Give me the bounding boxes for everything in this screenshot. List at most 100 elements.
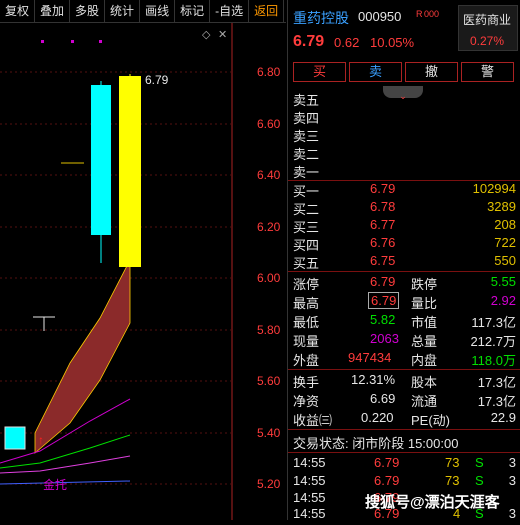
trading-status: 交易状态: 闭市阶段 15:00:00 [293,436,459,451]
toolbar-draw-line-button[interactable]: 画线 [140,0,176,22]
buy-level-price: 6.79 [370,181,396,196]
tick-volume: 73 [445,455,460,470]
tick-side: S [475,473,484,488]
divider [288,452,520,453]
stat-value: 2.92 [490,293,516,308]
buy-level-price: 6.78 [370,199,396,214]
grid-lines [0,71,232,485]
price-tick: 5.20 [257,477,281,491]
stat-label: 换手 [293,375,320,390]
candle-limit-up[interactable] [119,76,141,267]
quote-panel: 重药控股 000950 R 000 医药商业 0.27% 6.79 0.62 1… [287,0,520,521]
stat-label: 最低 [293,315,320,330]
toolbar-fuquan-button[interactable]: 复权 [0,0,36,22]
tick-volume: 73 [445,473,460,488]
buy-level-volume: 208 [494,217,516,232]
buy-button[interactable]: 买 [293,62,346,82]
stat-label: 收益㈢ [293,413,333,428]
buy-level-volume: 550 [494,253,516,268]
stat-label: 股本 [411,375,438,390]
buy-level-label: 买四 [293,238,320,253]
stat-label: 跌停 [411,277,438,292]
alert-button[interactable]: 警 [461,62,514,82]
stat-label: 总量 [411,334,438,349]
indicator-band [34,259,131,454]
buy-level-label: 买一 [293,184,320,199]
candlestick-chart[interactable]: ◇ ✕ ↑ 6.79 金托 6.80 6.60 6.40 6.20 6.00 5… [0,23,286,520]
sell-button[interactable]: 卖 [349,62,402,82]
tick-side: S [475,455,484,470]
ma-line-pink [0,455,131,474]
small-candle[interactable] [4,426,26,450]
tick-time: 14:55 [293,490,326,505]
buy-level-label: 买二 [293,202,320,217]
stat-label: 内盘 [411,353,438,368]
tick-count: 3 [508,506,516,521]
stat-label: 量比 [411,296,438,311]
candle-cyan[interactable] [91,85,111,235]
stat-label: 市值 [411,315,438,330]
toolbar-overlay-button[interactable]: 叠加 [35,0,71,22]
stat-value: 6.79 [370,274,396,289]
toolbar-back-button[interactable]: 返回 [249,0,285,22]
stat-value: 6.69 [370,391,396,406]
sell-level-label: 卖五 [293,93,320,108]
toolbar-mark-button[interactable]: 标记 [175,0,211,22]
stat-value: 947434 [348,350,392,365]
stock-tag: R [416,9,423,19]
up-arrow-icon: ↑ [38,433,44,447]
tick-count: 3 [508,455,516,470]
stock-name[interactable]: 重药控股 [293,8,349,28]
price-change-pct: 10.05% [370,35,415,50]
price-tick: 5.40 [257,426,281,440]
stat-value: 117.3亿 [471,315,516,330]
tick-price: 6.79 [374,473,400,488]
indicator-label: 金托 [43,478,68,492]
stat-value: 17.3亿 [477,394,516,409]
close-icon[interactable]: ✕ [218,29,227,41]
sector-change: 0.27% [470,34,505,48]
tick-count: 3 [508,473,516,488]
stock-code: 000950 [358,9,402,24]
diamond-icon[interactable]: ◇ [202,29,211,41]
buy-level-volume: 3289 [487,199,516,214]
price-tick: 6.80 [257,65,281,79]
stat-label: PE(动) [411,413,451,428]
marker-dot [71,40,74,43]
collapse-handle[interactable]: ⌄ [383,86,423,101]
buy-level-price: 6.75 [370,253,396,268]
stat-value: 17.3亿 [477,375,516,390]
price-tick: 5.80 [257,323,281,337]
toolbar-remove-watchlist-button[interactable]: -自选 [210,0,250,22]
stat-value: 5.55 [490,274,516,289]
price-change: 0.62 [334,35,360,50]
marker-dot [41,40,44,43]
price-tick: 6.00 [257,271,281,285]
divider [288,429,520,430]
stat-label: 最高 [293,296,320,311]
last-price-label: 6.79 [145,73,169,87]
stat-value: 118.0万 [471,353,516,368]
toolbar-stats-button[interactable]: 统计 [105,0,141,22]
buy-level-price: 6.77 [370,217,396,232]
sell-level-label: 卖一 [293,165,320,180]
price-tick: 5.60 [257,374,281,388]
sector-name: 医药商业 [463,13,512,27]
buy-level-price: 6.76 [370,235,396,250]
chart-svg: ◇ ✕ ↑ [0,23,233,520]
stat-value: 5.82 [370,312,396,327]
tick-time: 14:55 [293,455,326,470]
stat-value: 0.220 [361,410,394,425]
sell-level-label: 卖二 [293,147,320,162]
stat-value: 212.7万 [470,334,516,349]
buy-level-label: 买三 [293,220,320,235]
toolbar-multi-stock-button[interactable]: 多股 [70,0,106,22]
divider [288,369,520,370]
stat-label: 现量 [293,334,320,349]
cancel-order-button[interactable]: 撤 [405,62,458,82]
stat-value: 22.9 [490,410,516,425]
stat-value: 2063 [370,331,399,346]
tick-time: 14:55 [293,473,326,488]
current-price: 6.79 [293,33,325,50]
stat-label: 流通 [411,394,438,409]
